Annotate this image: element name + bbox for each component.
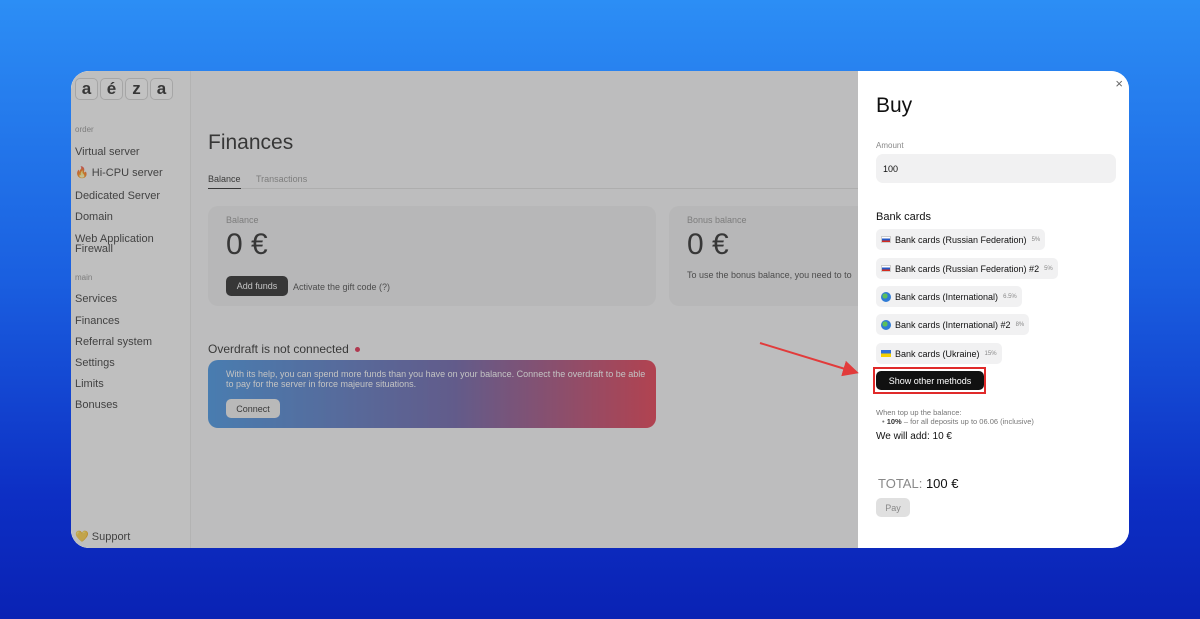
close-icon[interactable]: ×: [1115, 77, 1123, 90]
amount-input[interactable]: [876, 154, 1116, 183]
buy-panel: × Buy Amount Bank cards Bank cards (Russ…: [858, 71, 1129, 548]
method-fee: 6.5%: [1003, 293, 1017, 300]
method-fee: 5%: [1044, 265, 1053, 272]
bonus-note-item: • 10% – for all deposits up to 06.06 (in…: [882, 417, 1034, 426]
payment-method-ru[interactable]: Bank cards (Russian Federation) 5%: [876, 229, 1046, 250]
payment-method-international-2[interactable]: Bank cards (International) #2 8%: [876, 314, 1030, 335]
method-fee: 15%: [984, 350, 997, 357]
method-label: Bank cards (Ukraine): [895, 348, 980, 359]
amount-label: Amount: [876, 141, 904, 150]
russia-flag-icon: [881, 265, 891, 272]
panel-title: Buy: [876, 94, 913, 117]
total-value: 100 €: [925, 476, 959, 491]
payment-method-ru-2[interactable]: Bank cards (Russian Federation) #2 5%: [876, 258, 1058, 279]
method-label: Bank cards (International) #2: [895, 319, 1011, 330]
ukraine-flag-icon: [881, 350, 891, 357]
globe-icon: [881, 319, 891, 330]
pay-button[interactable]: Pay: [876, 498, 910, 517]
browser-window: a é z a order Virtual server 🔥 Hi-CPU se…: [71, 71, 1129, 548]
payment-method-ukraine[interactable]: Bank cards (Ukraine) 15%: [876, 343, 1002, 364]
show-other-methods-button[interactable]: Show other methods: [876, 371, 984, 390]
method-fee: 8%: [1015, 321, 1025, 328]
will-add-text: We will add: 10 €: [876, 431, 952, 442]
payment-method-international[interactable]: Bank cards (International) 6.5%: [876, 286, 1022, 307]
bonus-note-heading: When top up the balance:: [876, 408, 962, 417]
method-fee: 5%: [1031, 236, 1041, 243]
globe-icon: [881, 291, 891, 302]
method-label: Bank cards (Russian Federation) #2: [895, 263, 1040, 274]
modal-overlay[interactable]: [71, 71, 858, 548]
total: TOTAL: 100 €: [878, 476, 958, 491]
method-label: Bank cards (Russian Federation): [895, 234, 1027, 245]
bonus-note: When top up the balance: • 10% – for all…: [876, 408, 1034, 426]
total-label: TOTAL:: [878, 476, 923, 491]
section-bank-cards: Bank cards: [876, 211, 932, 223]
bonus-note-text: – for all deposits up to 06.06 (inclusiv…: [901, 417, 1034, 426]
method-label: Bank cards (International): [895, 291, 999, 302]
bonus-note-pct: 10%: [886, 417, 902, 426]
russia-flag-icon: [881, 236, 891, 243]
